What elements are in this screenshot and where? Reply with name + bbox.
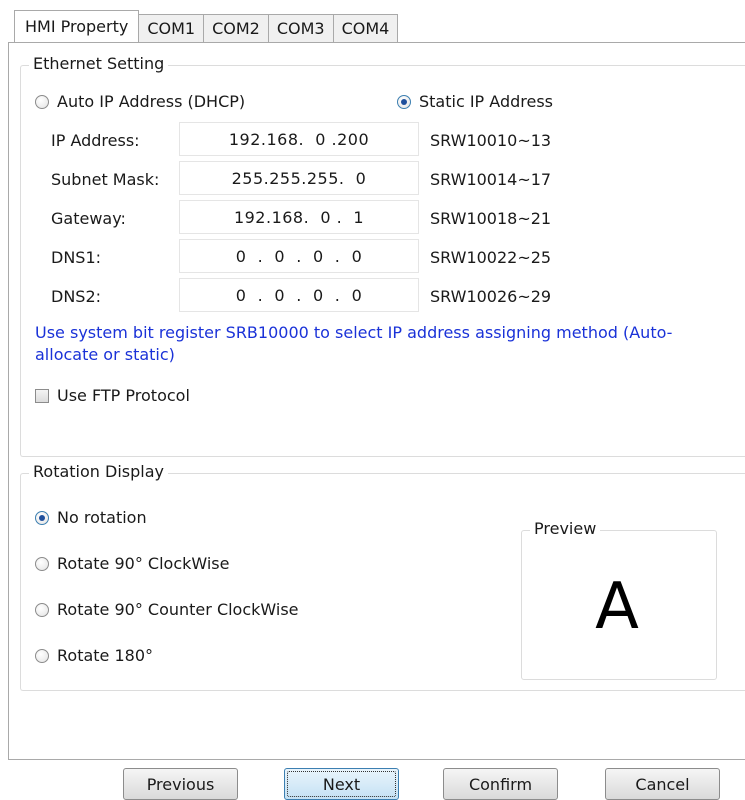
dns2-label: DNS2: xyxy=(51,287,102,306)
cancel-button-label: Cancel xyxy=(635,774,690,794)
gateway-register: SRW10018~21 xyxy=(430,209,552,228)
tab-com4[interactable]: COM4 xyxy=(332,14,399,42)
preview-box: Preview A xyxy=(521,519,717,680)
tab-label: COM1 xyxy=(147,19,196,38)
previous-button[interactable]: Previous xyxy=(123,768,238,800)
radio-checked-icon xyxy=(35,510,49,525)
dns2-field[interactable]: 0 . 0 . 0 . 0 xyxy=(179,278,419,312)
subnet-mask-register: SRW10014~17 xyxy=(430,170,552,189)
preview-image: A xyxy=(558,557,676,657)
subnet-mask-field[interactable]: 255.255.255. 0 xyxy=(179,161,419,195)
rotate-180-label: Rotate 180° xyxy=(57,646,154,665)
ip-method-note: Use system bit register SRB10000 to sele… xyxy=(35,323,673,364)
dns1-label: DNS1: xyxy=(51,248,102,267)
ethernet-setting-title: Ethernet Setting xyxy=(29,54,169,73)
ip-address-register: SRW10010~13 xyxy=(430,131,552,150)
radio-icon xyxy=(35,602,49,617)
radio-icon xyxy=(35,94,49,109)
tab-strip: HMI Property COM1 COM2 COM3 COM4 xyxy=(14,10,399,42)
use-ftp-label: Use FTP Protocol xyxy=(57,386,190,405)
rotate-180-radio[interactable]: Rotate 180° xyxy=(35,646,153,665)
rotate-90-cw-radio[interactable]: Rotate 90° ClockWise xyxy=(35,554,229,573)
next-button-label: Next xyxy=(322,774,361,794)
next-button[interactable]: Next xyxy=(284,768,399,800)
rotation-display-title: Rotation Display xyxy=(29,462,168,481)
tab-com3[interactable]: COM3 xyxy=(267,14,334,42)
auto-ip-label: Auto IP Address (DHCP) xyxy=(57,92,246,111)
rotate-90-ccw-radio[interactable]: Rotate 90° Counter ClockWise xyxy=(35,600,299,619)
radio-icon xyxy=(35,556,49,571)
tab-com1[interactable]: COM1 xyxy=(138,14,205,42)
dns2-register: SRW10026~29 xyxy=(430,287,552,306)
radio-checked-icon xyxy=(397,94,411,109)
checkbox-icon xyxy=(35,388,49,403)
rotate-90-ccw-label: Rotate 90° Counter ClockWise xyxy=(57,600,299,619)
tab-label: COM4 xyxy=(341,19,390,38)
ip-address-label: IP Address: xyxy=(51,131,140,150)
no-rotation-radio[interactable]: No rotation xyxy=(35,508,147,527)
tab-label: COM2 xyxy=(212,19,260,38)
tab-hmi-property[interactable]: HMI Property xyxy=(14,10,140,42)
gateway-label: Gateway: xyxy=(51,209,126,228)
confirm-button-label: Confirm xyxy=(468,774,533,794)
rotation-display-group: Rotation Display No rotation Rotate 90° … xyxy=(20,462,745,691)
preview-title: Preview xyxy=(530,519,601,538)
no-rotation-label: No rotation xyxy=(57,508,147,527)
subnet-mask-label: Subnet Mask: xyxy=(51,170,160,189)
gateway-field[interactable]: 192.168. 0 . 1 xyxy=(179,200,419,234)
static-ip-label: Static IP Address xyxy=(419,92,554,111)
dns1-register: SRW10022~25 xyxy=(430,248,552,267)
hmi-property-panel: Ethernet Setting Auto IP Address (DHCP) … xyxy=(8,42,745,760)
dns1-field[interactable]: 0 . 0 . 0 . 0 xyxy=(179,239,419,273)
tab-label: HMI Property xyxy=(25,17,129,36)
radio-icon xyxy=(35,648,49,663)
rotate-90-cw-label: Rotate 90° ClockWise xyxy=(57,554,230,573)
tab-label: COM3 xyxy=(276,19,325,38)
static-ip-radio[interactable]: Static IP Address xyxy=(397,92,553,111)
ethernet-setting-group: Ethernet Setting Auto IP Address (DHCP) … xyxy=(20,54,745,457)
use-ftp-checkbox[interactable]: Use FTP Protocol xyxy=(35,386,190,405)
tab-com2[interactable]: COM2 xyxy=(203,14,269,42)
previous-button-label: Previous xyxy=(146,774,215,794)
confirm-button[interactable]: Confirm xyxy=(443,768,558,800)
auto-ip-radio[interactable]: Auto IP Address (DHCP) xyxy=(35,92,245,111)
cancel-button[interactable]: Cancel xyxy=(605,768,720,800)
ip-address-field[interactable]: 192.168. 0 .200 xyxy=(179,122,419,156)
